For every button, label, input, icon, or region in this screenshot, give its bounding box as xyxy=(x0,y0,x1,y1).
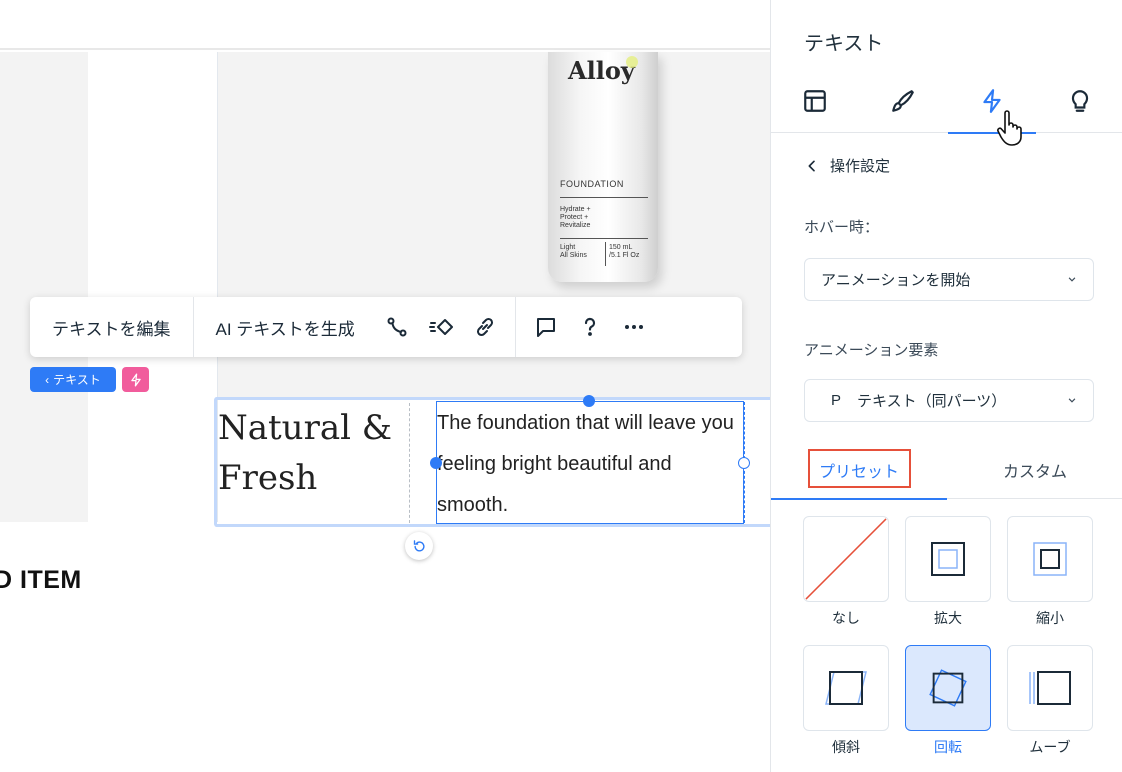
animation-element-value: テキスト（同パーツ） xyxy=(857,393,1007,410)
panel-title: テキスト xyxy=(804,33,884,55)
canvas-left-section xyxy=(0,52,88,522)
inspector-panel: テキスト 操作設定 ホバー時： アニメーションを開始 アニメーション要素 P テ… xyxy=(770,0,1122,772)
animation-element-label: アニメーション要素 xyxy=(804,342,939,359)
rotate-preset-icon xyxy=(929,669,967,707)
product-volume: 150 mL /5.1 Fl Oz xyxy=(609,244,640,259)
product-divider xyxy=(560,238,648,239)
tab-layout[interactable] xyxy=(771,80,859,133)
help-icon[interactable] xyxy=(568,297,612,357)
lightning-icon xyxy=(130,373,141,386)
hover-action-value: アニメーションを開始 xyxy=(821,272,971,289)
move-icon xyxy=(1029,671,1071,705)
tab-design[interactable] xyxy=(859,80,947,133)
preset-grow-label: 拡大 xyxy=(934,610,962,626)
preset-move[interactable] xyxy=(1007,645,1093,731)
back-to-interactions-link[interactable]: 操作設定 xyxy=(804,155,890,176)
chevron-down-icon xyxy=(1068,398,1076,403)
element-breadcrumb-tag[interactable]: ‹ テキスト xyxy=(30,367,116,392)
grow-icon xyxy=(931,542,965,576)
resize-handle-left[interactable] xyxy=(430,457,442,469)
chevron-left-icon: ‹ xyxy=(45,372,50,387)
product-divider xyxy=(605,242,606,266)
hover-trigger-label: ホバー時： xyxy=(804,219,880,236)
hand-cursor-icon xyxy=(997,110,1022,146)
animation-mode-tabs: プリセット カスタム xyxy=(771,441,1122,500)
preset-rotate[interactable] xyxy=(905,645,991,731)
column-divider xyxy=(409,403,410,523)
preset-rotate-label: 回転 xyxy=(934,739,962,755)
breadcrumb-label: テキスト xyxy=(53,373,101,387)
product-brand: Alloy xyxy=(568,56,635,85)
hover-action-select[interactable]: アニメーションを開始 xyxy=(804,258,1094,301)
animation-effect-icon[interactable] xyxy=(419,297,463,357)
body-text[interactable]: The foundation that will leave you feeli… xyxy=(437,403,745,526)
preset-shrink-label: 縮小 xyxy=(1036,610,1064,626)
tab-tips[interactable] xyxy=(1036,80,1122,133)
product-type: FOUNDATION xyxy=(560,179,624,189)
product-divider xyxy=(560,197,648,198)
toolbar-divider xyxy=(514,297,516,357)
rotate-handle[interactable] xyxy=(405,532,433,560)
resize-handle-right[interactable] xyxy=(738,457,750,469)
animation-path-icon[interactable] xyxy=(375,297,419,357)
resize-handle-top[interactable] xyxy=(583,395,595,407)
preset-none[interactable] xyxy=(803,516,889,602)
layout-icon xyxy=(804,90,826,112)
tab-custom[interactable]: カスタム xyxy=(947,441,1122,499)
skew-icon xyxy=(825,671,867,705)
paragraph-type-icon: P xyxy=(831,392,842,409)
brand-dot xyxy=(626,56,638,68)
shrink-icon xyxy=(1033,542,1067,576)
product-benefits: Hydrate + Protect + Revitalize xyxy=(560,206,591,229)
ai-generate-text-button[interactable]: AI テキストを生成 xyxy=(194,297,375,357)
comment-icon[interactable] xyxy=(524,297,568,357)
preset-none-label: なし xyxy=(832,610,860,626)
product-bottle-image[interactable]: Alloy FOUNDATION Hydrate + Protect + Rev… xyxy=(548,52,658,282)
lightbulb-icon xyxy=(1071,90,1089,112)
section-item-label: D ITEM xyxy=(0,566,82,594)
canvas-white-column xyxy=(88,52,218,522)
preset-shrink[interactable] xyxy=(1007,516,1093,602)
preset-grow[interactable] xyxy=(905,516,991,602)
editor-canvas[interactable]: Alloy FOUNDATION Hydrate + Protect + Rev… xyxy=(0,0,770,772)
rotate-icon xyxy=(413,539,425,552)
interaction-badge[interactable] xyxy=(122,367,149,392)
heading-text[interactable]: Natural & Fresh xyxy=(218,403,408,503)
chevron-left-icon xyxy=(808,160,815,171)
product-shade: Light All Skins xyxy=(560,244,587,259)
preset-move-label: ムーブ xyxy=(1029,739,1071,755)
edit-text-button[interactable]: テキストを編集 xyxy=(30,297,193,357)
back-label: 操作設定 xyxy=(830,158,891,175)
preset-skew[interactable] xyxy=(803,645,889,731)
preset-tab-highlight xyxy=(808,449,911,488)
preset-skew-label: 傾斜 xyxy=(832,739,860,755)
chevron-down-icon xyxy=(1068,277,1076,282)
more-options-icon[interactable] xyxy=(612,297,656,357)
brush-icon xyxy=(892,90,914,112)
link-icon[interactable] xyxy=(463,297,507,357)
animation-element-select[interactable]: P テキスト（同パーツ） xyxy=(804,379,1094,422)
canvas-header-strip xyxy=(0,0,770,50)
element-toolbar: テキストを編集 AI テキストを生成 xyxy=(30,297,742,357)
none-icon xyxy=(805,518,887,600)
panel-tabs xyxy=(771,80,1122,146)
